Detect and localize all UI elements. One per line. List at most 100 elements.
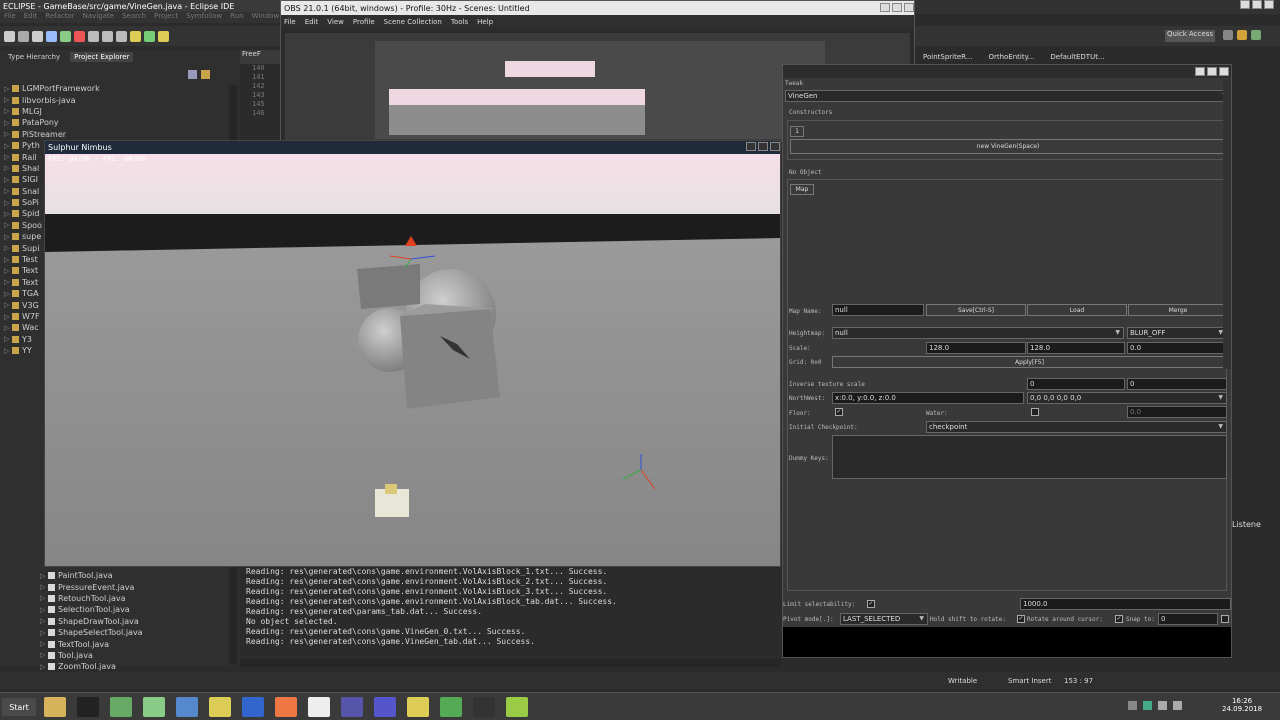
toolbar-icon[interactable] [116,30,127,42]
expand-arrow-icon[interactable]: ▷ [4,107,12,115]
expand-arrow-icon[interactable]: ▷ [4,347,12,355]
taskbar-app-icon[interactable] [242,697,264,717]
quick-access-input[interactable]: Quick Access [1165,30,1215,42]
expand-arrow-icon[interactable]: ▷ [40,606,48,614]
taskbar-app-icon[interactable] [44,697,66,717]
cube-front[interactable] [400,309,500,409]
new-vinegen-button[interactable]: new VineGen(Space) [790,139,1226,154]
taskbar-app-icon[interactable] [176,697,198,717]
taskbar-app-icon[interactable] [143,697,165,717]
map-name-input[interactable]: null [832,304,924,316]
toolbar-icon[interactable] [130,30,141,42]
class-select[interactable]: VineGen [785,90,1231,102]
taskbar-app-icon[interactable] [110,697,132,717]
editor-tab[interactable]: DefaultEDTUt... [1050,53,1104,61]
scale-z-input[interactable]: 0.0 [1127,342,1227,354]
hold-shift-checkbox[interactable]: ✓ [1017,615,1025,623]
pivot-select[interactable]: LAST_SELECTED [840,613,928,625]
taskbar-app-icon[interactable] [209,697,231,717]
taskbar-app-icon[interactable] [440,697,462,717]
editor-tab[interactable]: PointSpriteR... [923,53,972,61]
start-button[interactable]: Start [2,698,36,716]
expand-arrow-icon[interactable]: ▷ [40,629,48,637]
expand-arrow-icon[interactable]: ▷ [4,153,12,161]
taskbar-app-icon[interactable] [374,697,396,717]
expand-arrow-icon[interactable]: ▷ [4,290,12,298]
file-item[interactable]: ▷ RetouchTool.java [40,593,230,604]
northwest-input[interactable]: x:0.0, y:0.0, z:0.0 [832,392,1024,404]
obs-close-button[interactable] [904,2,914,12]
java-perspective-icon[interactable] [1237,30,1247,40]
toolbar-icon[interactable] [4,30,15,42]
expand-arrow-icon[interactable]: ▷ [40,617,48,625]
tree-item[interactable]: ▷ libvorbis-java [4,94,232,105]
obs-menu-item-help[interactable]: Help [477,18,493,26]
tweak-maximize-button[interactable] [1207,67,1217,76]
game-close-button[interactable] [770,142,780,151]
expand-arrow-icon[interactable]: ▷ [4,176,12,184]
tray-volume-icon[interactable] [1173,701,1182,710]
file-item[interactable]: ▷ PressureEvent.java [40,581,230,592]
obs-menu-item-tools[interactable]: Tools [451,18,468,26]
taskbar-app-icon[interactable] [506,697,528,717]
tab-free[interactable]: FreeF [240,50,280,64]
obs-menu-item-scene-collection[interactable]: Scene Collection [384,18,442,26]
expand-arrow-icon[interactable]: ▷ [4,278,12,286]
cube-top[interactable] [357,264,420,309]
dummy-keys-textarea[interactable] [832,435,1227,479]
expand-arrow-icon[interactable]: ▷ [4,267,12,275]
tree-item[interactable]: ▷ LGMPortFramework [4,83,232,94]
expand-arrow-icon[interactable]: ▷ [4,164,12,172]
file-item[interactable]: ▷ ShapeDrawTool.java [40,616,230,627]
expand-arrow-icon[interactable]: ▷ [4,210,12,218]
expand-arrow-icon[interactable]: ▷ [4,335,12,343]
tray-app-icon[interactable] [1143,701,1152,710]
perspective-icon[interactable] [1223,30,1233,40]
snap-input[interactable]: 0 [1158,613,1218,625]
menu-item-refactor[interactable]: Refactor [45,12,74,23]
file-item[interactable]: ▷ SelectionTool.java [40,604,230,615]
file-item[interactable]: ▷ PaintTool.java [40,570,230,581]
game-viewport[interactable] [45,154,780,566]
expand-arrow-icon[interactable]: ▷ [40,640,48,648]
menu-item-navigate[interactable]: Navigate [83,12,114,23]
expand-arrow-icon[interactable]: ▷ [4,187,12,195]
tree-item[interactable]: ▷ PataPony [4,117,232,128]
expand-arrow-icon[interactable]: ▷ [4,244,12,252]
taskbar-app-icon[interactable] [341,697,363,717]
menu-item-window[interactable]: Window [252,12,280,23]
taskbar-app-icon[interactable] [275,697,297,717]
tray-network-icon[interactable] [1158,701,1167,710]
northwest-select[interactable]: 0,0 0,0 0,0 0,0 [1027,392,1227,404]
tweak-scrollbar[interactable] [1223,79,1231,369]
expand-arrow-icon[interactable]: ▷ [4,313,12,321]
expand-arrow-icon[interactable]: ▷ [4,119,12,127]
file-item[interactable]: ▷ ZoomTool.java [40,661,230,672]
expand-arrow-icon[interactable]: ▷ [4,96,12,104]
minimize-button[interactable] [1240,0,1250,9]
expand-arrow-icon[interactable]: ▷ [4,256,12,264]
checkpoint-select[interactable]: checkpoint [926,421,1227,433]
tab-map[interactable]: Map [790,184,814,195]
taskbar-app-icon[interactable] [308,697,330,717]
inverse-scale-b-input[interactable]: 0 [1127,378,1227,390]
menu-item-file[interactable]: File [4,12,16,23]
inverse-scale-a-input[interactable]: 0 [1027,378,1125,390]
file-item[interactable]: ▷ TextTool.java [40,638,230,649]
toolbar-icon[interactable] [102,30,113,42]
menu-item-search[interactable]: Search [122,12,146,23]
tweak-minimize-button[interactable] [1195,67,1205,76]
tree-item[interactable]: ▷ MLGJ [4,106,232,117]
obs-maximize-button[interactable] [892,2,902,12]
taskbar-app-icon[interactable] [473,697,495,717]
game-maximize-button[interactable] [758,142,768,151]
obs-menu-item-view[interactable]: View [327,18,344,26]
menu-item-symfollow[interactable]: Symfollow [186,12,222,23]
toolbar-icon[interactable] [88,30,99,42]
apply-button[interactable]: Apply[F5] [832,356,1227,368]
toolbar-icon[interactable] [60,30,71,42]
toolbar-icon[interactable] [144,30,155,42]
expand-arrow-icon[interactable]: ▷ [4,142,12,150]
tray-chevron-icon[interactable] [1128,701,1137,710]
tree-item[interactable]: ▷ PiStreamer [4,129,232,140]
